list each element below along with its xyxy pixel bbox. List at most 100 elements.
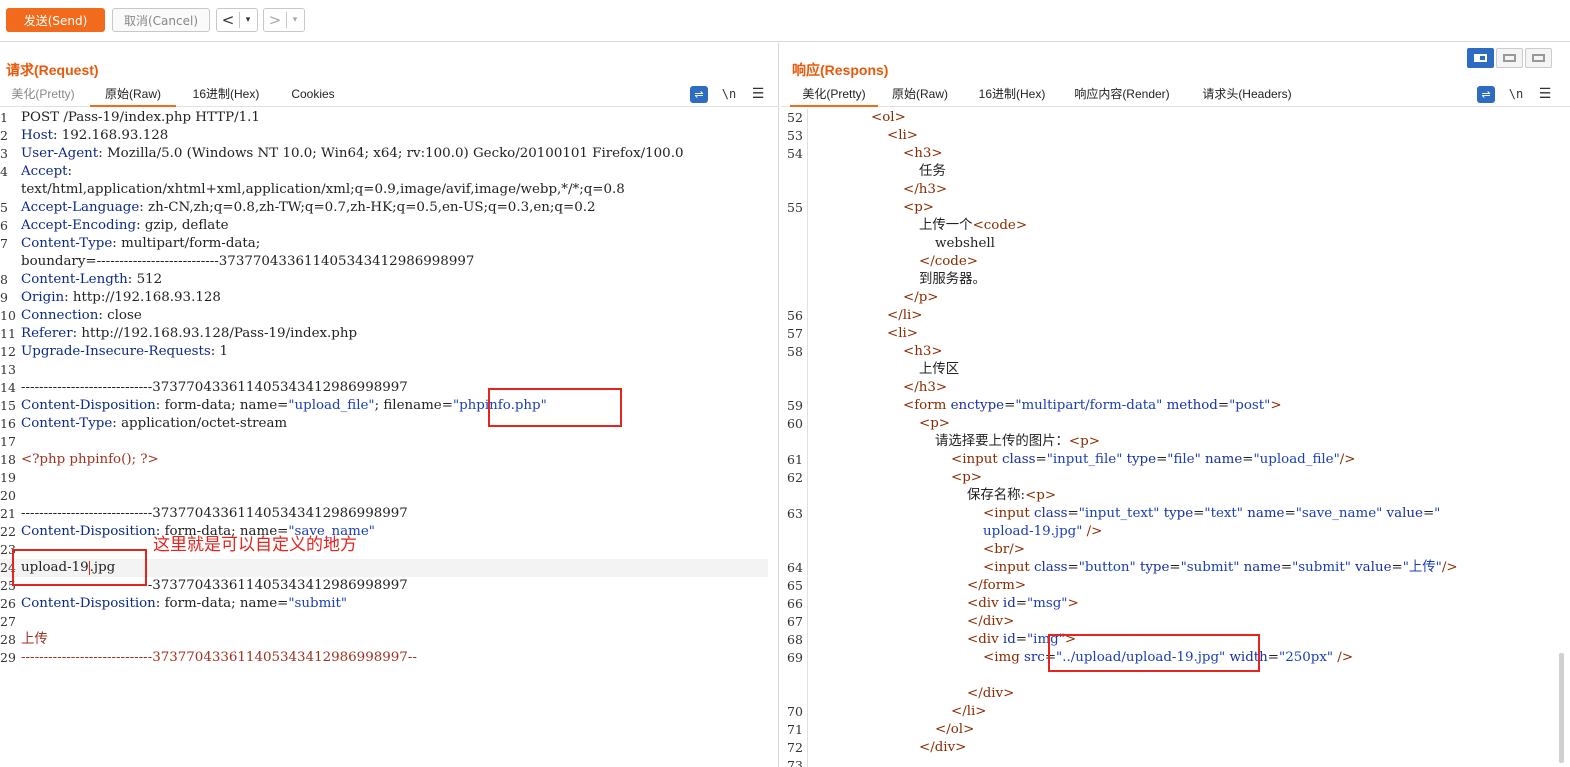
code-text: </h3>: [903, 379, 947, 397]
show-newlines-toggle[interactable]: \n: [720, 86, 738, 103]
toolbar: 发送(Send) 取消(Cancel) < ▾ > ▾: [0, 0, 1570, 42]
line-number: 65: [787, 578, 803, 593]
tab-headers[interactable]: 请求头(Headers): [1197, 83, 1297, 107]
code-line: 64 <input class="button" type="submit" na…: [781, 559, 1570, 577]
line-number: 62: [787, 470, 803, 485]
code-text: </ol>: [935, 721, 974, 739]
code-text: boundary=---------------------------3737…: [21, 253, 474, 271]
code-token: class: [1033, 506, 1068, 521]
code-text: 请选择要上传的图片：<p>: [935, 433, 1100, 451]
code-text: <p>: [903, 199, 934, 217]
code-line: 60 <p>: [781, 415, 1570, 433]
line-number: 73: [787, 758, 803, 767]
code-token: <p>: [951, 470, 983, 485]
tab-raw[interactable]: 原始(Raw): [885, 83, 955, 107]
split-vertical-icon[interactable]: [1496, 48, 1523, 68]
code-token: name: [1242, 506, 1285, 521]
code-token: Content-Disposition: [21, 398, 156, 413]
code-token: =: [1284, 506, 1296, 521]
line-number: 69: [787, 650, 803, 665]
code-token: <div: [967, 632, 1003, 647]
tab-pretty[interactable]: 美化(Pretty): [790, 83, 878, 107]
tab-hex[interactable]: 16进制(Hex): [971, 83, 1053, 107]
line-number: 59: [787, 398, 803, 413]
code-token: <br/>: [983, 542, 1025, 557]
filename-highlight-box: [488, 388, 622, 427]
code-token: =: [1004, 398, 1016, 413]
wrap-lines-icon[interactable]: ⇌: [1477, 86, 1495, 103]
line-number: 54: [787, 146, 803, 161]
code-line: 任务: [781, 163, 1570, 181]
code-text: 任务: [919, 163, 946, 181]
code-token: Upgrade-Insecure-Requests: [21, 344, 211, 359]
code-line: 54 <h3>: [781, 145, 1570, 163]
wrap-lines-icon[interactable]: ⇌: [690, 86, 708, 103]
code-text: Host: 192.168.93.128: [21, 127, 168, 145]
code-token: </code>: [919, 254, 979, 269]
tab-cookies[interactable]: Cookies: [280, 83, 346, 107]
forward-arrow-icon[interactable]: >: [264, 11, 286, 29]
code-line: 58 <h3>: [781, 343, 1570, 361]
code-token: "250px": [1279, 650, 1334, 665]
line-number: 8: [0, 272, 8, 287]
menu-icon[interactable]: ☰: [1536, 86, 1554, 103]
line-number: 6: [0, 218, 8, 233]
code-token: : multipart/form-data;: [112, 236, 261, 251]
code-text: </code>: [919, 253, 978, 271]
code-text: <input class="input_text" type="text" na…: [983, 505, 1440, 523]
code-line: <br/>: [781, 541, 1570, 559]
code-token: =: [1015, 596, 1027, 611]
code-token: upload-19.jpg": [983, 524, 1083, 539]
cancel-button[interactable]: 取消(Cancel): [112, 8, 210, 32]
code-text: <input class="button" type="submit" name…: [983, 559, 1458, 577]
code-line: 27: [0, 613, 778, 631]
tab-hex[interactable]: 16进制(Hex): [184, 83, 268, 107]
code-line: 7 Content-Type: multipart/form-data;: [0, 235, 778, 253]
line-number: 20: [0, 488, 16, 503]
code-line: 保存名称:<p>: [781, 487, 1570, 505]
code-line: </h3>: [781, 181, 1570, 199]
response-scrollbar[interactable]: [1559, 653, 1564, 763]
code-line: </h3>: [781, 379, 1570, 397]
code-token: type: [1159, 506, 1194, 521]
code-token: =: [1067, 506, 1079, 521]
code-token: "submit": [1292, 560, 1351, 575]
code-token: </div>: [919, 740, 967, 755]
code-token: : http://192.168.93.128/Pass-19/index.ph…: [72, 326, 358, 341]
code-token: "save_name": [1295, 506, 1383, 521]
forward-dropdown-icon[interactable]: ▾: [287, 15, 303, 25]
single-pane-icon[interactable]: [1525, 48, 1552, 68]
tab-render[interactable]: 响应内容(Render): [1070, 83, 1174, 107]
code-token: </div>: [967, 686, 1015, 701]
code-token: "msg": [1027, 596, 1068, 611]
split-horizontal-icon[interactable]: [1467, 48, 1494, 68]
code-line: </code>: [781, 253, 1570, 271]
code-token: src: [1024, 650, 1045, 665]
code-token: Content-Disposition: [21, 596, 156, 611]
code-token: </h3>: [903, 380, 948, 395]
code-token: "upload_file": [1253, 452, 1340, 467]
code-text: <h3>: [903, 145, 943, 163]
code-text: Content-Length: 512: [21, 271, 162, 289]
menu-icon[interactable]: ☰: [749, 86, 767, 103]
back-arrow-icon[interactable]: <: [217, 11, 239, 29]
code-token: : http://192.168.93.128: [64, 290, 221, 305]
code-token: :: [67, 164, 73, 179]
show-newlines-toggle[interactable]: \n: [1507, 86, 1525, 103]
line-number: 71: [787, 722, 803, 737]
code-line: 56 </li>: [781, 307, 1570, 325]
tab-pretty[interactable]: 美化(Pretty): [4, 83, 82, 107]
code-token: "file": [1167, 452, 1201, 467]
request-editor[interactable]: 1 POST /Pass-19/index.php HTTP/1.1 2 Host: …: [0, 109, 778, 767]
code-token: </p>: [903, 290, 939, 305]
code-token: enctype: [950, 398, 1005, 413]
code-line: 21 -----------------------------373770433…: [0, 505, 778, 523]
code-token: </li>: [951, 704, 987, 719]
back-dropdown-icon[interactable]: ▾: [240, 15, 256, 25]
code-token: Content-Type: [21, 416, 113, 431]
tab-raw[interactable]: 原始(Raw): [90, 83, 176, 107]
code-token: <input: [951, 452, 1002, 467]
send-button[interactable]: 发送(Send): [6, 8, 105, 32]
code-text: -----------------------------37377043361…: [21, 649, 417, 667]
code-line: 22 Content-Disposition: form-data; name="…: [0, 523, 778, 541]
